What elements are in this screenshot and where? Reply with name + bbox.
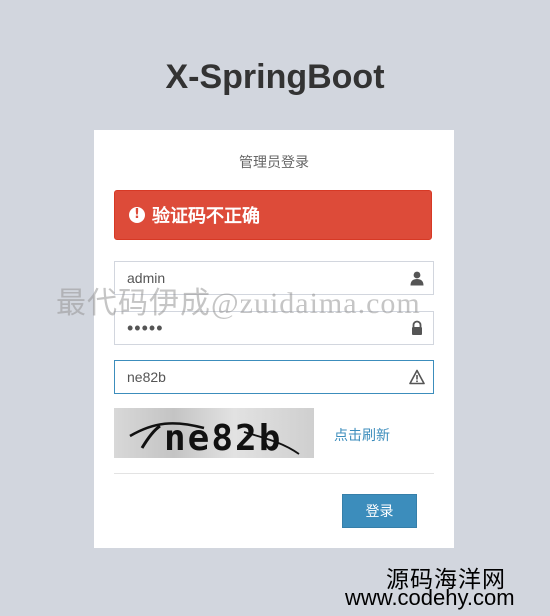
app-title: X-SpringBoot: [165, 58, 385, 96]
divider: [114, 473, 434, 474]
exclamation-circle-icon: !: [129, 207, 145, 223]
login-subtitle: 管理员登录: [239, 154, 309, 170]
site-badge-url: www.codehy.com: [345, 585, 515, 610]
warning-icon: [409, 369, 425, 385]
captcha-refresh-link[interactable]: 点击刷新: [334, 425, 390, 445]
error-alert: ! 验证码不正确: [114, 190, 432, 240]
captcha-input[interactable]: [115, 361, 400, 393]
watermark-text: 最代码伊成@zuidaima.com: [56, 287, 421, 320]
captcha-image[interactable]: ne82b: [114, 408, 314, 458]
captcha-text: ne82b: [164, 418, 282, 458]
error-message: 验证码不正确: [152, 206, 260, 226]
lock-icon: [412, 320, 422, 335]
captcha-field: [114, 360, 434, 394]
login-button[interactable]: 登录: [342, 494, 417, 528]
login-box: 管理员登录 ! 验证码不正确 ne82b 点击: [94, 130, 454, 548]
